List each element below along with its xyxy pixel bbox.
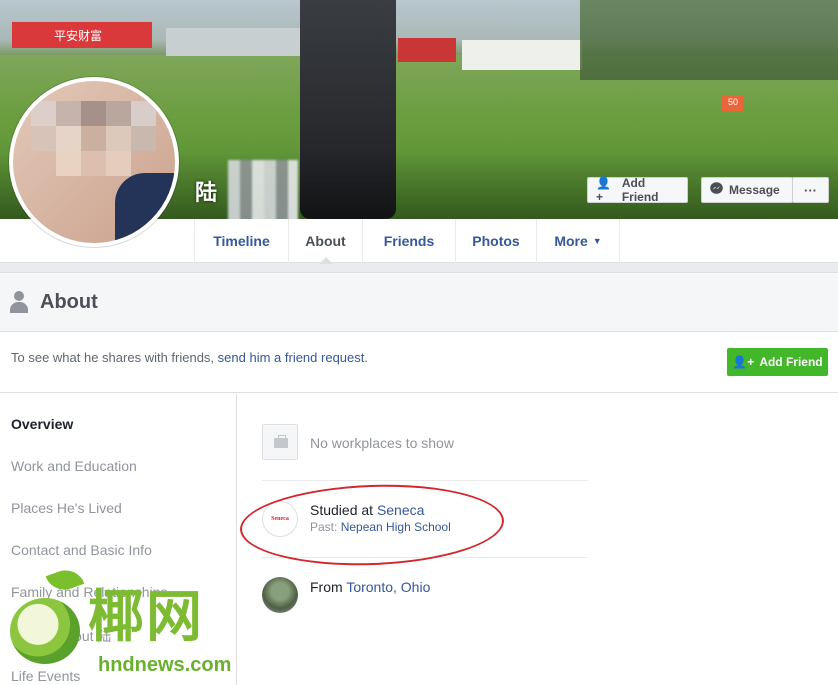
watermark-chinese: 椰网 (88, 585, 204, 648)
cover-trees (580, 0, 838, 80)
cover-add-friend-button[interactable]: 👤+ Add Friend (587, 176, 688, 204)
about-title: About (40, 291, 98, 313)
add-friend-label: Add Friend (759, 355, 823, 369)
nepean-link[interactable]: Nepean High School (341, 520, 451, 534)
person-icon (10, 291, 28, 313)
watermark: 椰网 hndnews.com (8, 564, 238, 682)
past-school-text: Past: Nepean High School (310, 520, 451, 534)
cover-banner-red-small (398, 38, 456, 62)
studied-at-text: Studied at Seneca (310, 502, 424, 518)
friend-request-prefix: To see what he shares with friends, (11, 350, 218, 365)
from-text: From Toronto, Ohio (310, 579, 430, 595)
nav-work-education[interactable]: Work and Education (11, 458, 137, 474)
friend-request-suffix: . (364, 350, 368, 365)
cover-banner-gray (166, 28, 304, 56)
tab-friends[interactable]: Friends (362, 219, 455, 263)
hometown-link[interactable]: Toronto, Ohio (346, 579, 430, 595)
seneca-link[interactable]: Seneca (377, 502, 424, 518)
avatar (13, 81, 175, 243)
profile-avatar[interactable] (9, 77, 179, 247)
cover-banner-white (462, 40, 582, 70)
add-friend-icon: 👤+ (596, 176, 611, 204)
chevron-down-icon: ▼ (592, 236, 602, 246)
tab-photos[interactable]: Photos (455, 219, 536, 263)
send-friend-request-link[interactable]: send him a friend request (218, 350, 365, 365)
nav-places-lived[interactable]: Places He's Lived (11, 500, 122, 516)
studied-prefix: Studied at (310, 502, 377, 518)
nav-contact-info[interactable]: Contact and Basic Info (11, 542, 152, 558)
leaf-icon (45, 564, 85, 596)
message-label: Message (729, 183, 780, 197)
tab-timeline[interactable]: Timeline (194, 219, 288, 263)
profile-page: { "cover": { "banner_text": "平安财富", "mar… (0, 0, 838, 685)
briefcase-icon (262, 424, 298, 460)
coconut-icon (10, 598, 80, 664)
more-options-button[interactable]: ··· (792, 177, 829, 203)
location-photo-icon[interactable] (262, 577, 298, 613)
about-header: About (0, 273, 838, 332)
add-friend-icon: 👤+ (732, 355, 755, 369)
past-prefix: Past: (310, 520, 341, 534)
friend-request-bar: To see what he shares with friends, send… (0, 332, 838, 393)
friend-request-text: To see what he shares with friends, send… (11, 350, 368, 365)
watermark-url: hndnews.com (98, 654, 232, 676)
divider (262, 557, 588, 558)
seneca-logo-icon[interactable]: Seneca (262, 501, 298, 537)
message-button[interactable]: Message (701, 177, 793, 203)
avatar-shirt (115, 173, 175, 243)
cover-distance-marker: 50 (722, 95, 744, 111)
messenger-icon (710, 182, 723, 198)
from-prefix: From (310, 579, 347, 595)
add-friend-button[interactable]: 👤+ Add Friend (727, 348, 828, 376)
tab-about[interactable]: About (288, 219, 362, 264)
cover-banner-red: 平安财富 (12, 22, 152, 48)
tab-more[interactable]: More ▼ (536, 219, 620, 263)
overview-content: No workplaces to show Seneca Studied at … (238, 394, 838, 685)
cover-add-friend-label: Add Friend (621, 176, 659, 204)
no-workplaces-text: No workplaces to show (310, 435, 454, 451)
nav-overview[interactable]: Overview (11, 416, 73, 432)
divider (262, 480, 588, 481)
tab-more-label: More (554, 233, 588, 249)
